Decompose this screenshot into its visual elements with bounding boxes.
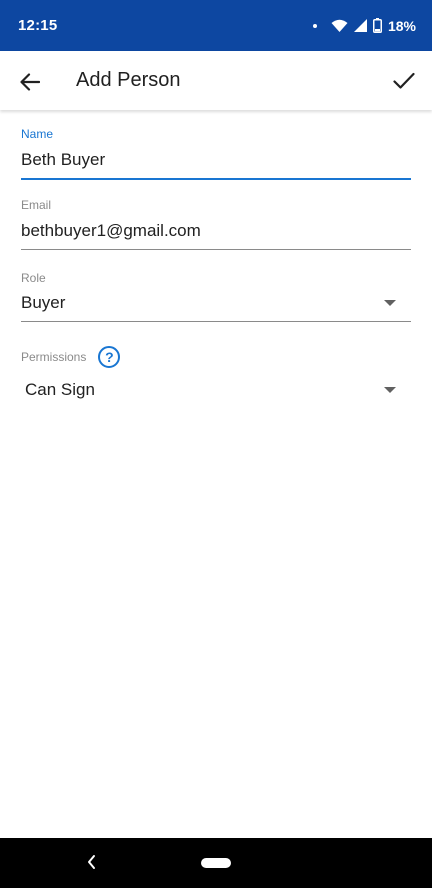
status-bar: 12:15 18% [0,0,432,51]
dropdown-arrow-icon [384,300,396,306]
name-label: Name [21,127,54,141]
permissions-field: Permissions ? Can Sign [21,346,411,402]
nav-back-icon[interactable] [86,853,96,871]
help-icon[interactable]: ? [98,346,121,368]
status-icons: 18% [312,17,416,34]
name-input[interactable] [21,148,411,172]
permissions-dropdown[interactable]: Can Sign [21,378,411,402]
arrow-left-icon [20,73,40,91]
battery-icon [372,18,382,33]
name-field: Name [21,127,411,180]
cell-signal-icon [353,19,367,32]
nav-home-pill[interactable] [201,858,231,868]
role-field: Role Buyer [21,271,411,322]
permissions-label: Permissions [21,350,87,364]
role-value: Buyer [21,293,66,312]
email-field: Email [21,198,411,250]
save-button[interactable] [390,67,418,95]
role-dropdown[interactable]: Buyer [21,291,411,315]
role-label: Role [21,271,46,285]
check-icon [393,72,415,89]
battery-percentage: 18% [387,17,416,34]
email-label: Email [21,198,52,212]
permissions-label-row: Permissions ? [21,346,411,368]
permissions-value: Can Sign [25,380,95,399]
name-underline [21,178,411,180]
email-underline [21,249,411,250]
system-nav-bar [0,838,432,888]
email-input[interactable] [21,219,411,243]
app-bar: Add Person [0,51,432,110]
wifi-icon [331,19,348,32]
status-time: 12:15 [18,17,58,34]
page-title: Add Person [76,69,181,91]
role-underline [21,321,411,322]
dropdown-arrow-icon [384,387,396,393]
notification-dot-icon [312,23,317,28]
back-button[interactable] [16,68,44,96]
